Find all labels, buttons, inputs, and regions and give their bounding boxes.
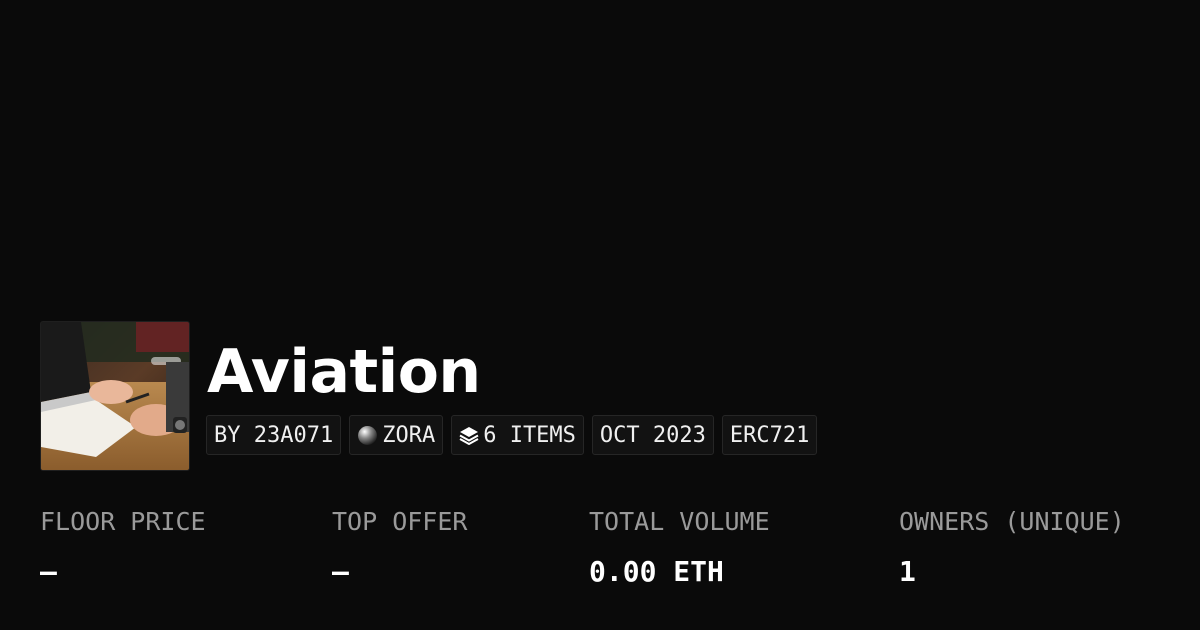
standard-badge: ERC721: [721, 415, 818, 455]
items-label: 6 ITEMS: [483, 422, 576, 448]
standard-label: ERC721: [729, 422, 810, 448]
stat-label: OWNERS (UNIQUE): [899, 507, 1125, 536]
stat-floor-price: FLOOR PRICE –: [40, 505, 206, 589]
stat-value: –: [332, 555, 349, 588]
stat-value: 1: [899, 555, 916, 588]
stat-value: 0.00 ETH: [589, 555, 724, 588]
date-label: OCT 2023: [599, 422, 706, 448]
network-badge[interactable]: ZORA: [349, 415, 444, 455]
network-label: ZORA: [382, 422, 436, 448]
stat-owners: OWNERS (UNIQUE) 1: [899, 505, 1125, 589]
stat-label: FLOOR PRICE: [40, 507, 206, 536]
creator-badge[interactable]: BY 23A071: [206, 415, 342, 455]
collection-title: Aviation: [207, 337, 481, 407]
stat-value: –: [40, 555, 57, 588]
creator-label: BY 23A071: [214, 422, 334, 448]
stat-top-offer: TOP OFFER –: [332, 505, 467, 589]
layers-icon: [459, 427, 479, 445]
stat-label: TOP OFFER: [332, 507, 468, 536]
stat-total-volume: TOTAL VOLUME 0.00 ETH: [589, 505, 770, 589]
items-badge[interactable]: 6 ITEMS: [451, 415, 584, 455]
collection-image: [41, 322, 189, 470]
zora-orb-icon: [358, 425, 378, 445]
date-badge: OCT 2023: [591, 415, 714, 455]
collection-badges: BY 23A071 ZORA 6 ITEMS OCT 2023 ERC721: [206, 415, 818, 455]
collection-thumbnail: [40, 321, 190, 471]
stat-label: TOTAL VOLUME: [589, 507, 770, 536]
